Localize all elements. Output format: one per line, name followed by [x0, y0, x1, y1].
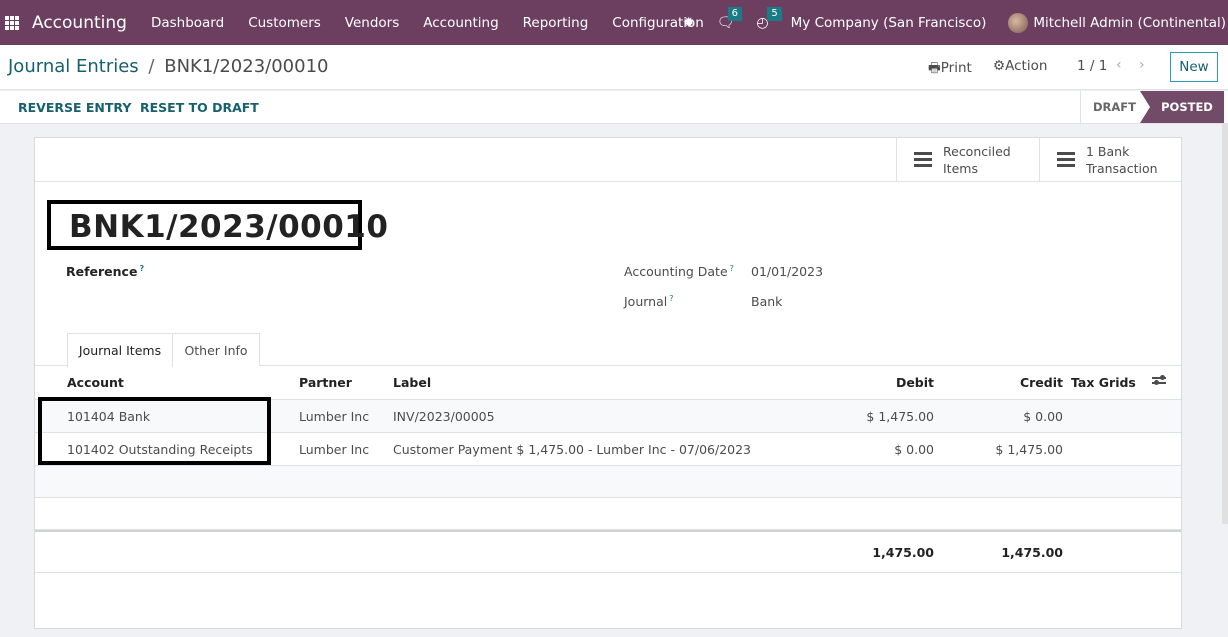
- menu-vendors[interactable]: Vendors: [345, 15, 399, 31]
- cell-label[interactable]: Customer Payment $ 1,475.00 - Lumber Inc…: [393, 442, 751, 457]
- activities-badge: 5: [767, 6, 782, 21]
- help-icon[interactable]: ?: [139, 264, 144, 273]
- cell-debit[interactable]: $ 0.00: [894, 442, 934, 457]
- cell-partner[interactable]: Lumber Inc: [299, 409, 369, 424]
- pager-value[interactable]: 1 / 1: [1077, 58, 1107, 74]
- table-header: Account Partner Label Debit Credit Tax G…: [35, 367, 1181, 400]
- avatar[interactable]: [1008, 12, 1029, 33]
- help-icon[interactable]: ?: [669, 294, 673, 303]
- optional-columns-icon[interactable]: [1152, 374, 1166, 387]
- printer-icon: 🖶︎: [928, 60, 941, 76]
- reverse-entry-button[interactable]: REVERSE ENTRY: [18, 100, 131, 115]
- cell-label[interactable]: INV/2023/00005: [393, 409, 495, 424]
- reset-to-draft-button[interactable]: RESET TO DRAFT: [140, 100, 259, 115]
- menu-accounting[interactable]: Accounting: [423, 15, 498, 31]
- control-panel: Journal Entries / BNK1/2023/00010 🖶︎Prin…: [0, 45, 1228, 90]
- cell-credit[interactable]: $ 1,475.00: [995, 442, 1063, 457]
- menu-reporting[interactable]: Reporting: [523, 15, 589, 31]
- total-debit: 1,475.00: [872, 545, 934, 560]
- new-button[interactable]: New: [1170, 52, 1218, 82]
- chevron-left-icon[interactable]: ‹: [1116, 57, 1122, 73]
- status-bar: REVERSE ENTRY RESET TO DRAFT DRAFT POSTE…: [0, 91, 1228, 124]
- stage-posted[interactable]: POSTED: [1140, 91, 1224, 123]
- notebook-tabs: Journal Items Other Info: [35, 333, 1181, 367]
- journal-items-table: Account Partner Label Debit Credit Tax G…: [35, 367, 1181, 573]
- top-navbar: Accounting Dashboard Customers Vendors A…: [0, 0, 1228, 45]
- chevron-right-icon[interactable]: ›: [1139, 57, 1145, 73]
- tab-journal-items[interactable]: Journal Items: [67, 333, 173, 367]
- totals-row: 1,475.00 1,475.00: [35, 530, 1181, 573]
- form-sheet: Reconciled Items 1 Bank Transaction BNK1/2…: [34, 137, 1182, 629]
- user-menu[interactable]: Mitchell Admin (Continental): [1033, 15, 1226, 31]
- journal-label: Journal?: [624, 294, 674, 309]
- cell-account[interactable]: 101404 Bank: [67, 409, 150, 424]
- empty-row: [35, 466, 1181, 498]
- bank-transaction-button[interactable]: 1 Bank Transaction: [1039, 138, 1183, 181]
- accounting-date-label: Accounting Date?: [624, 264, 734, 279]
- cell-credit[interactable]: $ 0.00: [1023, 409, 1063, 424]
- reconciled-items-button[interactable]: Reconciled Items: [896, 138, 1040, 181]
- record-title: BNK1/2023/00010: [69, 209, 389, 245]
- breadcrumb-journal-entries[interactable]: Journal Entries: [8, 56, 139, 77]
- messages-badge: 6: [727, 6, 743, 21]
- smart-button-box: Reconciled Items 1 Bank Transaction: [35, 138, 1181, 182]
- list-icon: [914, 149, 932, 170]
- journal-value[interactable]: Bank: [751, 294, 782, 309]
- grid-icon[interactable]: [5, 15, 19, 30]
- company-switcher[interactable]: My Company (San Francisco): [791, 15, 987, 31]
- table-row[interactable]: 101402 Outstanding Receipts Lumber Inc C…: [35, 433, 1181, 466]
- column-account[interactable]: Account: [67, 375, 124, 390]
- reference-label: Reference?: [66, 264, 145, 279]
- menu-dashboard[interactable]: Dashboard: [151, 15, 224, 31]
- stage-draft[interactable]: DRAFT: [1080, 91, 1148, 123]
- gear-icon: ⚙: [993, 58, 1006, 74]
- clock-icon[interactable]: ◴ 5: [756, 6, 782, 31]
- tab-other-info[interactable]: Other Info: [172, 333, 260, 366]
- page-scrollbar[interactable]: [1222, 124, 1228, 524]
- action-button[interactable]: ⚙Action: [993, 58, 1047, 74]
- bug-icon[interactable]: ✹: [683, 15, 695, 31]
- empty-row: [35, 498, 1181, 530]
- column-debit[interactable]: Debit: [896, 375, 934, 390]
- app-name[interactable]: Accounting: [32, 13, 127, 33]
- menu-customers[interactable]: Customers: [248, 15, 321, 31]
- total-credit: 1,475.00: [1001, 545, 1063, 560]
- column-credit[interactable]: Credit: [1020, 375, 1063, 390]
- breadcrumb-separator: /: [148, 56, 155, 77]
- accounting-date-value[interactable]: 01/01/2023: [751, 264, 823, 279]
- list-icon: [1057, 149, 1075, 170]
- column-label[interactable]: Label: [393, 375, 431, 390]
- column-tax-grids[interactable]: Tax Grids: [1071, 375, 1136, 390]
- title-highlight-box: BNK1/2023/00010: [47, 200, 388, 250]
- column-partner[interactable]: Partner: [299, 375, 352, 390]
- print-button[interactable]: 🖶︎Print: [928, 58, 972, 81]
- breadcrumb-current: BNK1/2023/00010: [164, 56, 329, 77]
- cell-debit[interactable]: $ 1,475.00: [866, 409, 934, 424]
- table-row[interactable]: 101404 Bank Lumber Inc INV/2023/00005 $ …: [35, 400, 1181, 433]
- cell-partner[interactable]: Lumber Inc: [299, 442, 369, 457]
- chat-icon[interactable]: 🗨︎ 6: [717, 6, 743, 31]
- cell-account[interactable]: 101402 Outstanding Receipts: [67, 442, 253, 457]
- breadcrumb: Journal Entries / BNK1/2023/00010: [8, 56, 329, 77]
- help-icon[interactable]: ?: [730, 264, 734, 273]
